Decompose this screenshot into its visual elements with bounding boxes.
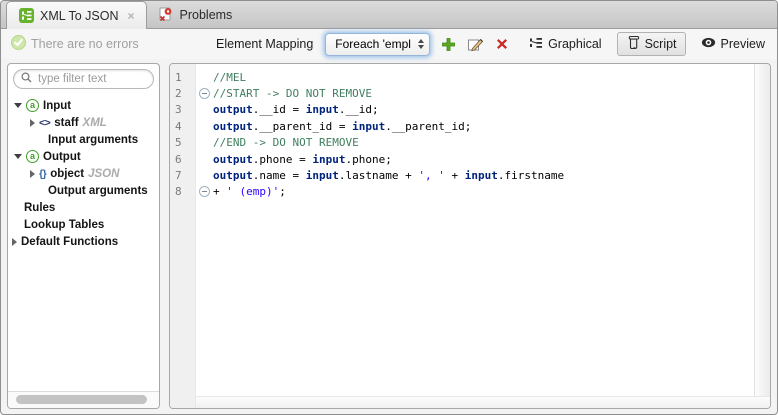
code-line[interactable]: 4 output.__parent_id = input.__parent_id;	[170, 118, 754, 134]
tree-item-label: Input	[43, 100, 71, 112]
view-preview-button[interactable]: Preview	[699, 33, 767, 55]
tree-item-rules[interactable]: Rules	[8, 199, 159, 216]
mapping-editor-window: XML To JSON × Problems There are no erro…	[0, 0, 778, 415]
script-icon	[626, 35, 640, 53]
tree-item-object[interactable]: {} object JSON	[8, 165, 159, 182]
script-code-area[interactable]: 1 //MEL 2 //START -> DO NOT REMOVE 3 output._…	[170, 69, 754, 200]
filter-input[interactable]	[36, 72, 146, 86]
code-text: output.name = input.lastname + ', ' + in…	[213, 169, 564, 182]
dropdown-value: Foreach 'empl	[335, 37, 411, 51]
json-braces-icon: {}	[39, 168, 46, 180]
element-mapping-dropdown[interactable]: Foreach 'empl	[325, 33, 430, 56]
editor-horizontal-scrollbar[interactable]	[196, 396, 770, 408]
code-text: output.__parent_id = input.__parent_id;	[213, 120, 471, 133]
status-no-errors: There are no errors	[11, 35, 216, 53]
code-line[interactable]: 6 output.phone = input.phone;	[170, 151, 754, 167]
tab-problems[interactable]: Problems	[147, 1, 244, 28]
type-suffix: JSON	[88, 168, 119, 180]
code-text: //START -> DO NOT REMOVE	[213, 87, 372, 100]
scrollbar-thumb[interactable]	[16, 395, 147, 404]
check-icon	[11, 35, 26, 53]
code-text: + ' (emp)';	[213, 185, 286, 198]
element-mapping-label: Element Mapping	[216, 37, 313, 51]
add-mapping-button[interactable]	[440, 36, 457, 53]
line-number: 6	[170, 153, 196, 166]
problems-icon	[158, 7, 174, 23]
view-label: Preview	[721, 37, 765, 51]
tree-item-output[interactable]: a Output	[8, 148, 159, 165]
tab-xml-to-json[interactable]: XML To JSON ×	[6, 1, 147, 29]
view-script-button[interactable]: Script	[617, 32, 686, 56]
tab-bar: XML To JSON × Problems	[1, 1, 777, 29]
close-icon[interactable]: ×	[128, 10, 135, 22]
tree-item-label: Output arguments	[48, 185, 148, 197]
tree-item-staff[interactable]: <> staff XML	[8, 114, 159, 131]
toolbar: There are no errors Element Mapping Fore…	[1, 29, 777, 59]
chevron-right-icon[interactable]	[30, 170, 35, 178]
line-number: 4	[170, 120, 196, 133]
code-line[interactable]: 5 //END -> DO NOT REMOVE	[170, 135, 754, 151]
tree-item-label: Input arguments	[48, 134, 138, 146]
chevron-right-icon[interactable]	[12, 238, 17, 246]
code-text: //MEL	[213, 71, 246, 84]
line-number: 1	[170, 71, 196, 84]
tree-item-output-arguments[interactable]: Output arguments	[8, 182, 159, 199]
view-label: Graphical	[548, 37, 602, 51]
element-mapping-group: Element Mapping Foreach 'empl	[216, 33, 511, 56]
code-line[interactable]: 8 + ' (emp)';	[170, 184, 754, 200]
type-suffix: XML	[83, 117, 107, 129]
tab-label: Problems	[180, 8, 233, 22]
tree-item-default-functions[interactable]: Default Functions	[8, 233, 159, 250]
code-text: output.phone = input.phone;	[213, 153, 392, 166]
filter-box	[13, 69, 154, 89]
view-graphical-button[interactable]: Graphical	[527, 33, 604, 56]
line-number: 3	[170, 103, 196, 116]
tree-item-input[interactable]: a Input	[8, 97, 159, 114]
mapping-icon	[18, 8, 34, 24]
delete-mapping-button[interactable]	[494, 36, 511, 53]
tree-item-label: Default Functions	[21, 236, 118, 248]
code-text: output.__id = input.__id;	[213, 103, 379, 116]
view-switcher: Graphical Script Preview	[527, 32, 767, 56]
chevron-down-icon[interactable]	[14, 154, 22, 159]
tree-item-input-arguments[interactable]: Input arguments	[8, 131, 159, 148]
fold-column	[196, 88, 213, 99]
structure-panel: a Input <> staff XML Input arguments a Output {}…	[7, 63, 160, 409]
tree-item-label: Output	[43, 151, 81, 163]
sidebar-horizontal-scrollbar[interactable]	[8, 391, 159, 408]
script-editor-panel: 1 //MEL 2 //START -> DO NOT REMOVE 3 output._…	[169, 63, 771, 409]
search-icon	[21, 70, 32, 88]
preview-icon	[701, 36, 716, 52]
status-text: There are no errors	[31, 37, 139, 51]
tab-label: XML To JSON	[40, 9, 119, 23]
code-line[interactable]: 2 //START -> DO NOT REMOVE	[170, 85, 754, 101]
fold-column	[196, 186, 213, 197]
edit-mapping-button[interactable]	[467, 36, 484, 53]
code-line[interactable]: 7 output.name = input.lastname + ', ' + i…	[170, 167, 754, 183]
tree-item-lookup-tables[interactable]: Lookup Tables	[8, 216, 159, 233]
combo-arrows-icon	[418, 39, 424, 49]
collapse-icon[interactable]	[199, 186, 210, 197]
tree-item-label: staff	[54, 117, 78, 129]
graphical-icon	[529, 36, 543, 53]
collapse-icon[interactable]	[199, 88, 210, 99]
tree-item-label: Rules	[24, 202, 55, 214]
line-number: 8	[170, 185, 196, 198]
xml-tag-icon: <>	[39, 117, 50, 129]
code-line[interactable]: 3 output.__id = input.__id;	[170, 102, 754, 118]
line-number: 2	[170, 87, 196, 100]
annotation-icon: a	[26, 150, 39, 163]
view-label: Script	[645, 37, 677, 51]
line-number: 7	[170, 169, 196, 182]
editor-vertical-scrollbar[interactable]	[754, 64, 770, 397]
mapping-tree: a Input <> staff XML Input arguments a Output {}…	[8, 94, 159, 250]
code-line[interactable]: 1 //MEL	[170, 69, 754, 85]
line-number: 5	[170, 136, 196, 149]
chevron-right-icon[interactable]	[30, 119, 35, 127]
chevron-down-icon[interactable]	[14, 103, 22, 108]
tree-item-label: Lookup Tables	[24, 219, 104, 231]
tree-item-label: object	[50, 168, 84, 180]
annotation-icon: a	[26, 99, 39, 112]
code-text: //END -> DO NOT REMOVE	[213, 136, 359, 149]
